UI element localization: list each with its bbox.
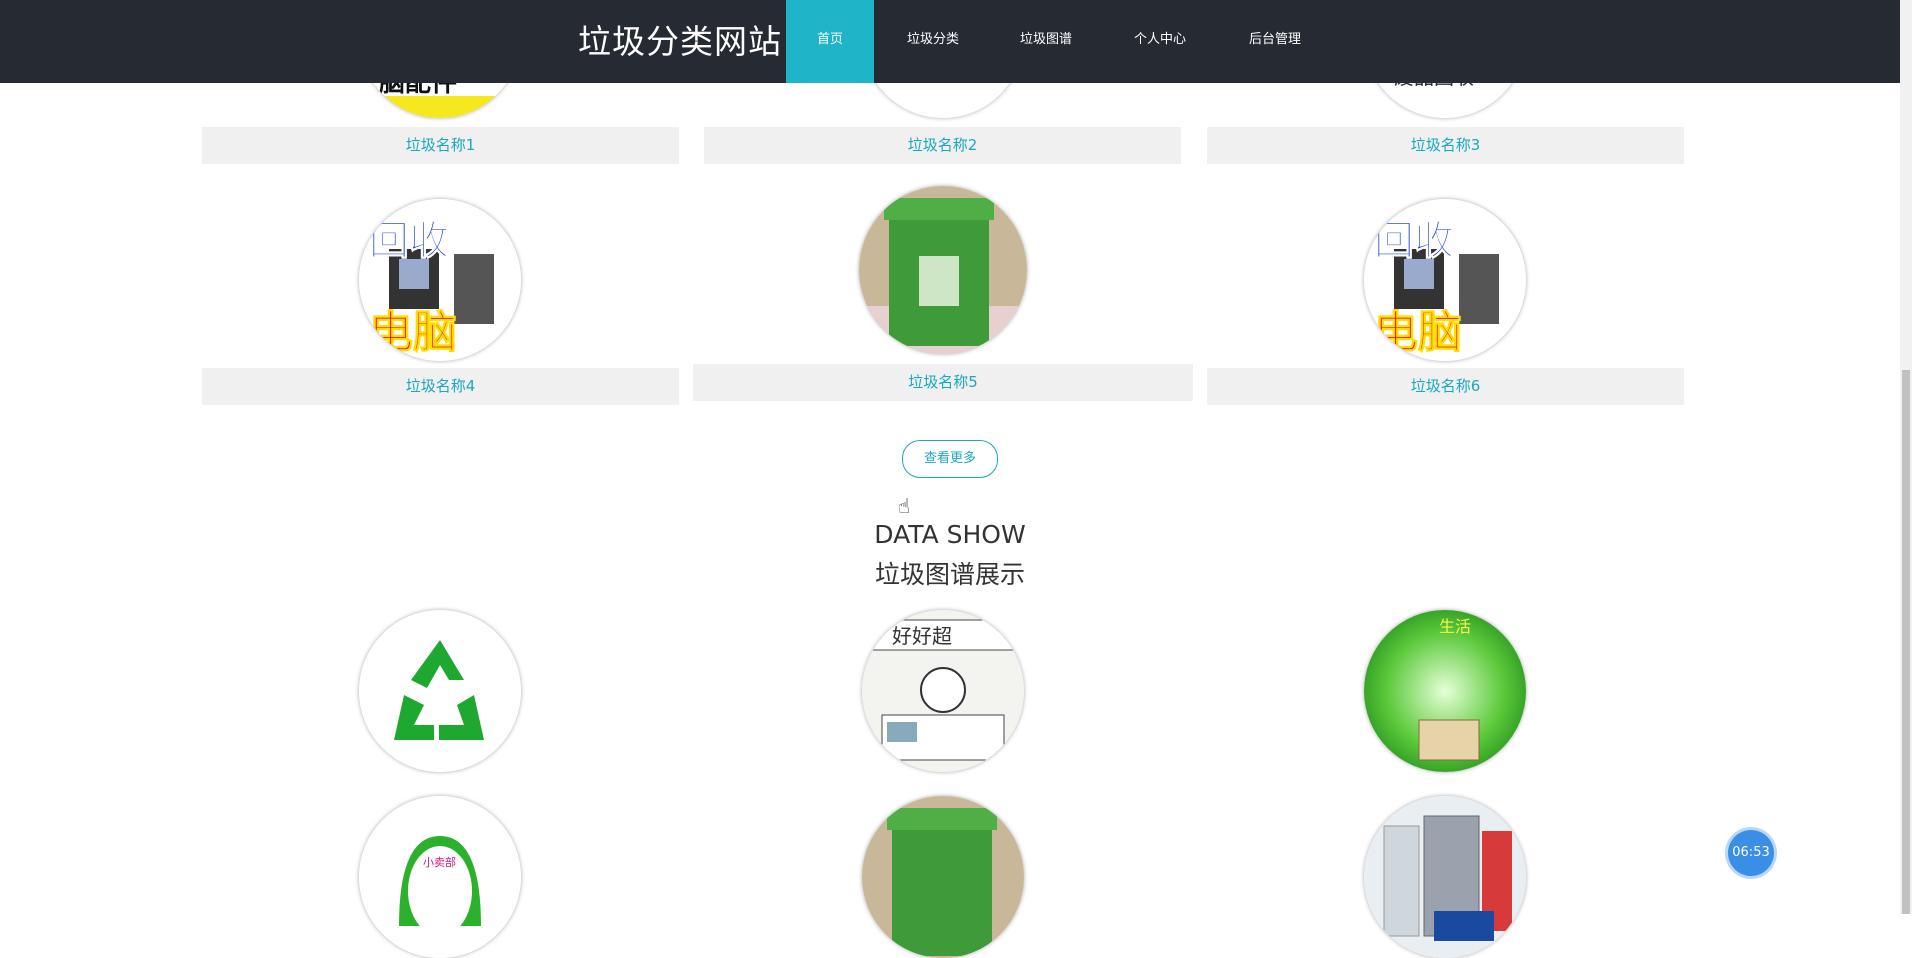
main-nav: 首页 垃圾分类 垃圾图谱 个人中心 后台管理 [786,0,1330,83]
atlas-item-4-image[interactable]: 小卖部 [359,796,521,958]
page-scrollbar[interactable] [1900,0,1912,914]
atlas-item-2-image[interactable]: 好好超 [862,610,1024,772]
nav-personal-center[interactable]: 个人中心 [1100,0,1220,83]
top-navbar: 垃圾分类网站 首页 垃圾分类 垃圾图谱 个人中心 后台管理 [0,0,1900,83]
item-2-caption[interactable]: 垃圾名称2 [704,127,1181,164]
item-5-caption[interactable]: 垃圾名称5 [693,364,1193,401]
atlas-item-3-image[interactable]: 生活 [1364,610,1526,772]
svg-text:电脑: 电脑 [1374,307,1462,358]
svg-text:生活: 生活 [1439,617,1471,636]
scrollbar-thumb[interactable] [1902,370,1910,914]
svg-text:好好超: 好好超 [892,624,952,648]
hand-cursor-icon: ☝ [898,494,911,518]
nav-admin[interactable]: 后台管理 [1220,0,1330,83]
item-3-caption[interactable]: 垃圾名称3 [1207,127,1684,164]
nav-atlas[interactable]: 垃圾图谱 [992,0,1100,83]
floating-timer-badge[interactable]: 06:53 [1728,830,1774,876]
item-6-image[interactable]: 回收 电脑 [1364,199,1526,361]
section-title-cn: 垃圾图谱展示 [874,560,1025,589]
svg-text:回收: 回收 [369,218,449,264]
atlas-item-1-image[interactable] [359,610,521,772]
atlas-item-6-image[interactable] [1364,796,1526,958]
view-more-button[interactable]: 查看更多 [902,440,998,478]
item-4-caption[interactable]: 垃圾名称4 [202,368,679,405]
item-5-image[interactable] [859,186,1027,354]
site-brand[interactable]: 垃圾分类网站 [578,0,782,83]
item-6-caption[interactable]: 垃圾名称6 [1207,368,1684,405]
svg-text:回收: 回收 [1374,218,1454,264]
svg-text:电脑: 电脑 [369,307,457,358]
item-1-caption[interactable]: 垃圾名称1 [202,127,679,164]
section-title-en: DATA SHOW [874,520,1026,549]
item-4-image[interactable]: 回收 电脑 [359,199,521,361]
nav-home[interactable]: 首页 [786,0,874,83]
svg-text:小卖部: 小卖部 [423,855,456,869]
nav-classification[interactable]: 垃圾分类 [874,0,992,83]
atlas-item-5-image[interactable] [862,796,1024,958]
